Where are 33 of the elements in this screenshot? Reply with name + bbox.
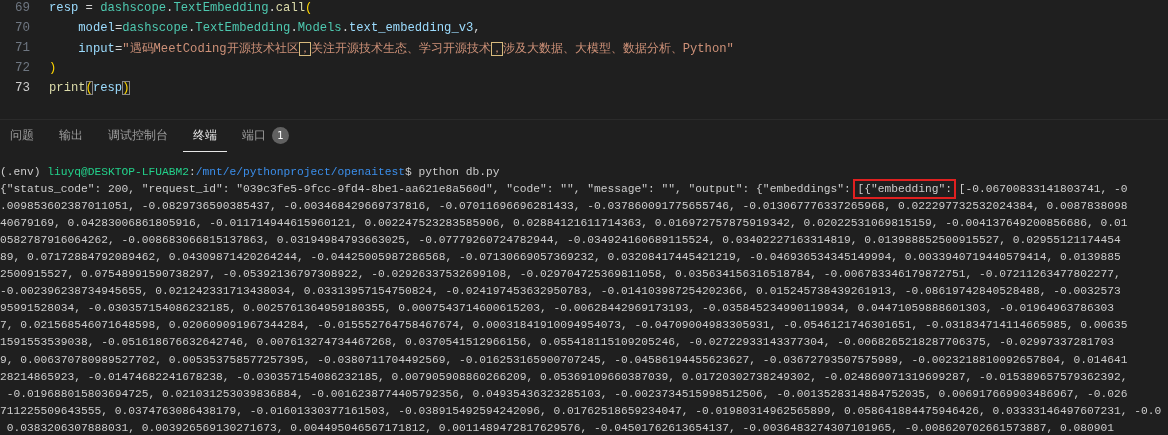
terminal-line: -0.002396238734945655, 0.021242331713438034, 0.03313957154750824, -0.024197453632950783, -0.014103987254202366, 0.015245738439261913, -0.08619742840528488, -0.0032573	[0, 284, 1122, 300]
terminal-line: 89, 0.07172884792089462, 0.04309871420264244, -0.04425005987286568, -0.07130669057369232, 0.03208417445421219, -0.046936534345149994, 0.0033940719440579414, 0.0139885	[0, 250, 1122, 266]
terminal-line: 7, 0.021568546071648598, 0.020609091967344284, -0.015552764758467674, 0.00031841910094954073, -0.04709004983305931, -0.0546121746301651, -0.031834714114665985, 0.00635	[0, 318, 1129, 334]
terminal-line: 711225509643555, 0.0374763086438179, -0.01601330377161503, -0.038915492594242096, 0.01762518659234047, -0.01980314962565899, 0.058641884475946426, 0.03333146497607231, -0.0	[0, 403, 1163, 419]
line-number: 70	[14, 21, 30, 35]
terminal-line: 95991528034, -0.030357154086232185, 0.0025761364959180355, 0.0007543714600615203, -0.00628442969173193, -0.035845234990119934, 0.04471059888601303, -0.01964963786303	[0, 301, 1115, 317]
panel-tab[interactable]: 输出	[49, 120, 93, 152]
terminal-line: (.env) liuyq@DESKTOP-LFUABM2:/mnt/e/pythonproject/openaitest$ python db.py	[0, 165, 501, 180]
code-line: )	[49, 61, 57, 75]
line-number: 71	[14, 41, 30, 55]
terminal-line: .009853602387011051, -0.0829736590385437, -0.003468429669737816, -0.07011696696281433, -0.037860091775655746, -0.013067776337265968, 0.022297732532024384, 0.0087838098	[0, 199, 1129, 215]
tab-label: 端口	[242, 128, 266, 143]
terminal-line: {"status_code": 200, "request_id": "039c3fe5-9fcc-9fd4-8be1-aa621e8a560d", "code": "", "message": "", "output": {"embeddings": [{"embedding": [-0.06700833141803741, -0	[0, 181, 1168, 199]
code-line: resp = dashscope.TextEmbedding.call(	[49, 1, 313, 15]
terminal-line: 40679169, 0.04283006861805916, -0.011714944615960121, 0.002247523283585906, 0.02884121611714363, 0.016972757875919342, 0.02022531069815159, -0.004137649200856686, 0.01	[0, 216, 1129, 232]
terminal-line: -0.019688015803694725, 0.021031253039836884, -0.0016238774405792356, 0.04935436323285103, -0.0023734515998512506, -0.0013528314884752035, 0.006917669903486967, -0.026	[5, 386, 1129, 402]
terminal-line: 0.0383206307888031, 0.003926569130271673, 0.004495046567171812, 0.0011489472817629576, -0.04501762613654137, -0.0036483274307101965, -0.008620702661573887, 0.080901	[5, 420, 1115, 435]
panel-tab[interactable]: 问题	[0, 120, 44, 152]
line-number: 69	[14, 1, 30, 15]
code-line: input="遇码MeetCoding开源技术社区，关注开源技术生态、学习开源技术，涉及大数据、大模型、数据分析、Python"	[77, 40, 734, 57]
terminal-line: 2500915527, 0.07548991590738297, -0.05392136797308922, -0.02926337532699108, -0.029704725369811058, 0.035634156316518784, -0.006783346179872751, -0.07211263477802277,	[0, 267, 1122, 283]
code-line: print(resp)	[49, 81, 130, 95]
terminal-line: 28214865923, -0.01474682241678238, -0.030357154086232185, 0.007905908860266209, 0.05369109660387039, 0.01720302738249302, -0.024869071319699287, -0.015389657579362392,	[0, 369, 1129, 385]
line-number: 73	[14, 81, 30, 95]
panel-tab[interactable]: 调试控制台	[98, 120, 178, 152]
terminal-line: 1591553539038, -0.051618676632642746, 0.007613274734467268, 0.0370541512966156, 0.055418115109205246, -0.02722933143377304, -0.0068265218287706375, -0.02997337281703	[0, 335, 1115, 351]
count-badge: 1	[272, 127, 289, 144]
line-number: 72	[14, 61, 30, 75]
terminal-line: 0582787916064262, -0.008683066815137863, 0.03194984793663025, -0.07779260724782944, -0.034924160689115524, 0.03402227163314819, 0.013988852500915527, 0.02955121174454	[0, 233, 1122, 249]
code-line: model=dashscope.TextEmbedding.Models.text_embedding_v3,	[77, 21, 481, 35]
panel-tab[interactable]: 端口 1	[232, 120, 299, 152]
terminal-line: 9, 0.006370780989527702, 0.005353758577257395, -0.0380711704492569, -0.016253165900707245, -0.04586194455623627, -0.03672793507575989, -0.0023218810092657804, 0.014641	[0, 352, 1129, 368]
panel-tab[interactable]: 终端	[183, 120, 227, 152]
